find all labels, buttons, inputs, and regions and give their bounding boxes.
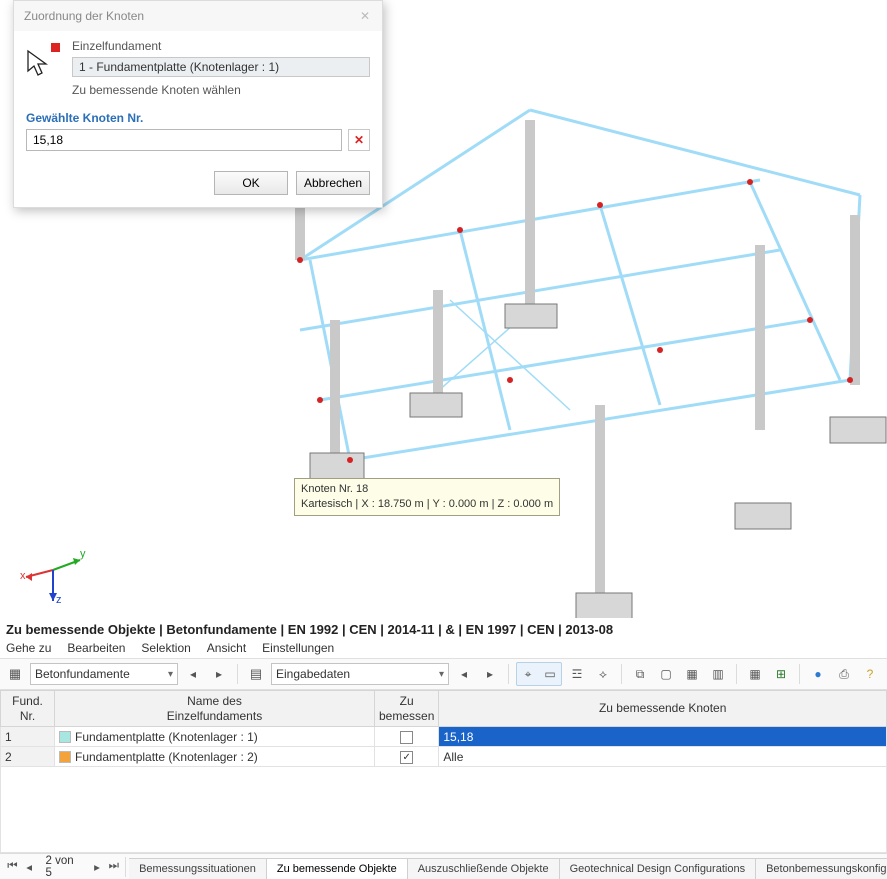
- footer-tabstrip: BemessungssituationenZu bemessende Objek…: [129, 854, 887, 879]
- footer-tab[interactable]: Zu bemessende Objekte: [266, 858, 408, 879]
- foundation-heading: Einzelfundament: [72, 39, 370, 53]
- assign-nodes-dialog: Zuordnung der Knoten ✕ Einzelfundament 1…: [13, 0, 383, 208]
- combo-foundation-type-label: Betonfundamente: [35, 667, 130, 681]
- filter-icon[interactable]: ☲: [566, 663, 588, 685]
- dialog-titlebar[interactable]: Zuordnung der Knoten ✕: [14, 1, 382, 31]
- copy-icon[interactable]: ⧉: [629, 663, 651, 685]
- panel-title: Zu bemessende Objekte | Betonfundamente …: [0, 618, 887, 639]
- foundation-instruction: Zu bemessende Knoten wählen: [72, 83, 370, 97]
- axis-z-label: z: [56, 594, 62, 605]
- col-name-a: Name des: [59, 694, 370, 708]
- combo-foundation-type[interactable]: Betonfundamente ▾: [30, 663, 178, 685]
- selected-nodes-label: Gewählte Knoten Nr.: [26, 111, 370, 125]
- col-fund-b: Nr.: [5, 709, 50, 723]
- axis-x-label: x: [20, 570, 26, 582]
- delete-icon[interactable]: ▢: [655, 663, 677, 685]
- row-nodes[interactable]: 15,18: [439, 727, 887, 747]
- cancel-button[interactable]: Abbrechen: [296, 171, 370, 195]
- grid-a-icon[interactable]: ▦: [681, 663, 703, 685]
- footer-tab[interactable]: Geotechnical Design Configurations: [559, 858, 757, 879]
- table-empty-area[interactable]: [0, 767, 887, 853]
- footer-bar: ⏮ ◂ 2 von 5 ▸ ⏭ BemessungssituationenZu …: [0, 853, 887, 879]
- page-indicator: 2 von 5: [38, 855, 89, 879]
- input-data-icon[interactable]: ▤: [245, 663, 267, 685]
- excel-icon[interactable]: ⊞: [770, 663, 792, 685]
- color-swatch: [59, 751, 71, 763]
- foundation-selection[interactable]: 1 - Fundamentplatte (Knotenlager : 1): [72, 57, 370, 77]
- pick-cursor-icon: [26, 43, 60, 81]
- nav-prev2-icon[interactable]: ◂: [453, 663, 475, 685]
- foundation-table[interactable]: Fund.Nr. Name desEinzelfundaments Zubeme…: [0, 690, 887, 767]
- globe-icon[interactable]: ●: [807, 663, 829, 685]
- menu-goto[interactable]: Gehe zu: [6, 641, 51, 655]
- ok-button[interactable]: OK: [214, 171, 288, 195]
- checkbox-icon[interactable]: [400, 731, 413, 744]
- col-fund-a: Fund.: [5, 694, 50, 708]
- last-page-icon[interactable]: ⏭: [105, 858, 122, 876]
- selected-nodes-input[interactable]: [26, 129, 342, 151]
- col-todo-a: Zu: [379, 694, 434, 708]
- next-page-icon[interactable]: ▸: [89, 858, 106, 876]
- footer-tab[interactable]: Betonbemessungskonfigurationen: [755, 858, 887, 879]
- menu-settings[interactable]: Einstellungen: [262, 641, 334, 655]
- first-page-icon[interactable]: ⏮: [4, 858, 21, 876]
- grid-b-icon[interactable]: ▥: [707, 663, 729, 685]
- tooltip-line1: Knoten Nr. 18: [301, 482, 553, 497]
- checkbox-icon[interactable]: ✓: [400, 751, 413, 764]
- row-number[interactable]: 1: [1, 727, 55, 747]
- color-swatch: [59, 731, 71, 743]
- axis-y-label: y: [80, 548, 86, 560]
- bottom-panel: Zu bemessende Objekte | Betonfundamente …: [0, 618, 887, 879]
- axis-triad: x y z: [18, 535, 88, 608]
- menu-select[interactable]: Selektion: [141, 641, 190, 655]
- row-checkbox-cell[interactable]: ✓: [375, 747, 439, 767]
- menu-edit[interactable]: Bearbeiten: [67, 641, 125, 655]
- col-name-b: Einzelfundaments: [59, 709, 370, 723]
- row-number[interactable]: 2: [1, 747, 55, 767]
- node-tooltip: Knoten Nr. 18 Kartesisch | X : 18.750 m …: [294, 478, 560, 516]
- select-mode-icon[interactable]: ⌖: [517, 663, 539, 685]
- combo-input-data[interactable]: Eingabedaten ▾: [271, 663, 449, 685]
- footer-tab[interactable]: Bemessungssituationen: [129, 858, 267, 879]
- close-icon[interactable]: ✕: [354, 7, 376, 25]
- prev-page-icon[interactable]: ◂: [21, 858, 38, 876]
- table-icon[interactable]: ▦: [744, 663, 766, 685]
- row-name[interactable]: Fundamentplatte (Knotenlager : 2): [55, 747, 375, 767]
- help-icon[interactable]: ?: [859, 663, 881, 685]
- nav-next-icon[interactable]: ▸: [208, 663, 230, 685]
- col-nodes: Zu bemessende Knoten: [443, 701, 882, 715]
- menu-view[interactable]: Ansicht: [207, 641, 246, 655]
- combo-input-data-label: Eingabedaten: [276, 667, 350, 681]
- panel-toolbar: ▦ Betonfundamente ▾ ◂ ▸ ▤ Eingabedaten ▾…: [0, 658, 887, 690]
- nav-prev-icon[interactable]: ◂: [182, 663, 204, 685]
- row-name[interactable]: Fundamentplatte (Knotenlager : 1): [55, 727, 375, 747]
- select-box-icon[interactable]: ▭: [539, 663, 561, 685]
- tooltip-line2: Kartesisch | X : 18.750 m | Y : 0.000 m …: [301, 497, 553, 512]
- foundation-type-icon[interactable]: ▦: [4, 663, 26, 685]
- footer-tab[interactable]: Auszuschließende Objekte: [407, 858, 560, 879]
- measure-icon[interactable]: ⟡: [592, 663, 614, 685]
- clear-input-button[interactable]: ✕: [348, 129, 370, 151]
- panel-menubar: Gehe zu Bearbeiten Selektion Ansicht Ein…: [0, 639, 887, 658]
- print-icon[interactable]: ⎙: [833, 663, 855, 685]
- nav-next2-icon[interactable]: ▸: [479, 663, 501, 685]
- table-row[interactable]: 2Fundamentplatte (Knotenlager : 2) ✓ Alle: [1, 747, 887, 767]
- col-todo-b: bemessen: [379, 709, 434, 723]
- table-row[interactable]: 1Fundamentplatte (Knotenlager : 1) 15,18: [1, 727, 887, 747]
- row-nodes[interactable]: Alle: [439, 747, 887, 767]
- row-checkbox-cell[interactable]: [375, 727, 439, 747]
- dialog-title: Zuordnung der Knoten: [24, 9, 144, 23]
